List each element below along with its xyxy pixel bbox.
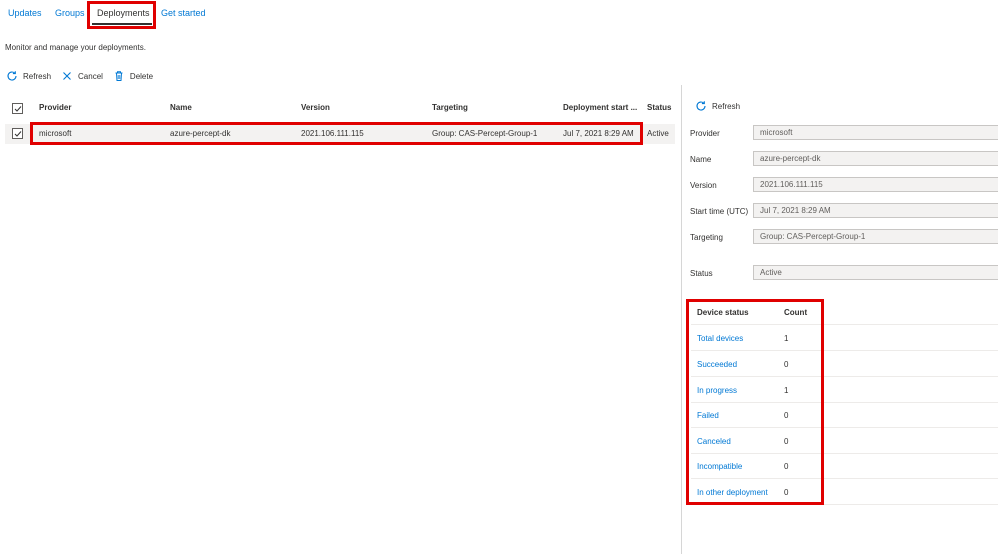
device-status-header: Device status <box>697 308 749 317</box>
row-divider <box>691 376 998 377</box>
field-name: azure-percept-dk <box>753 151 998 166</box>
active-tab-underline <box>92 23 152 25</box>
table-row[interactable]: microsoft azure-percept-dk 2021.106.111.… <box>5 124 675 144</box>
delete-label: Delete <box>129 71 154 81</box>
field-start-time: Jul 7, 2021 8:29 AM <box>753 203 998 218</box>
col-header-provider[interactable]: Provider <box>39 103 71 112</box>
field-label-status: Status <box>690 269 713 278</box>
details-refresh-label: Refresh <box>712 101 741 111</box>
refresh-icon <box>696 101 706 111</box>
select-all-checkbox[interactable] <box>12 103 23 114</box>
count-incompatible: 0 <box>784 462 789 471</box>
checkmark-icon <box>14 131 22 137</box>
col-header-name[interactable]: Name <box>170 103 192 112</box>
count-failed: 0 <box>784 411 789 420</box>
deployment-details-panel: Refresh Provider microsoft Name azure-pe… <box>682 85 998 554</box>
field-label-provider: Provider <box>690 129 720 138</box>
row-divider <box>691 504 998 505</box>
cell-name: azure-percept-dk <box>170 129 231 138</box>
field-provider: microsoft <box>753 125 998 140</box>
delete-button[interactable]: Delete <box>113 69 153 83</box>
tab-groups[interactable]: Groups <box>55 8 85 18</box>
status-link-failed[interactable]: Failed <box>697 411 719 420</box>
row-divider <box>691 402 998 403</box>
count-in-progress: 1 <box>784 386 789 395</box>
cell-deployment-start: Jul 7, 2021 8:29 AM <box>563 129 634 138</box>
col-header-deployment-start[interactable]: Deployment start ... <box>563 103 637 112</box>
page-description: Monitor and manage your deployments. <box>5 43 146 52</box>
status-link-in-progress[interactable]: In progress <box>697 386 737 395</box>
status-link-canceled[interactable]: Canceled <box>697 437 731 446</box>
refresh-icon <box>7 71 17 81</box>
status-link-succeeded[interactable]: Succeeded <box>697 360 737 369</box>
trash-icon <box>115 71 123 81</box>
row-divider <box>691 427 998 428</box>
checkmark-icon <box>14 106 22 112</box>
cancel-label: Cancel <box>78 71 103 81</box>
close-icon <box>63 72 71 80</box>
count-succeeded: 0 <box>784 360 789 369</box>
field-label-start-time: Start time (UTC) <box>690 207 749 216</box>
cancel-button[interactable]: Cancel <box>61 69 103 83</box>
count-total-devices: 1 <box>784 334 789 343</box>
row-divider <box>691 478 998 479</box>
status-link-in-other-deployment[interactable]: In other deployment <box>697 488 768 497</box>
grid-header: Provider Name Version Targeting Deployme… <box>5 99 675 117</box>
row-divider <box>691 350 998 351</box>
refresh-label: Refresh <box>23 71 52 81</box>
status-link-incompatible[interactable]: Incompatible <box>697 462 742 471</box>
field-label-name: Name <box>690 155 712 164</box>
refresh-button[interactable]: Refresh <box>6 69 51 83</box>
cell-version: 2021.106.111.115 <box>301 129 364 138</box>
col-header-version[interactable]: Version <box>301 103 330 112</box>
tab-deployments[interactable]: Deployments <box>97 8 150 18</box>
field-version: 2021.106.111.115 <box>753 177 998 192</box>
toolbar: Refresh Cancel Delete <box>6 69 163 83</box>
cell-status: Active <box>647 129 669 138</box>
row-divider <box>691 453 998 454</box>
count-header: Count <box>784 308 808 317</box>
field-targeting: Group: CAS-Percept-Group-1 <box>753 229 998 244</box>
field-status: Active <box>753 265 998 280</box>
row-checkbox[interactable] <box>12 128 23 139</box>
count-in-other-deployment: 0 <box>784 488 789 497</box>
count-canceled: 0 <box>784 437 789 446</box>
top-tabs: Updates Groups Deployments Get started <box>0 0 998 28</box>
col-header-targeting[interactable]: Targeting <box>432 103 468 112</box>
row-divider <box>691 324 998 325</box>
tab-updates[interactable]: Updates <box>8 8 42 18</box>
cell-provider: microsoft <box>39 129 72 138</box>
status-link-total-devices[interactable]: Total devices <box>697 334 743 343</box>
details-refresh-button[interactable]: Refresh <box>695 100 740 112</box>
col-header-status[interactable]: Status <box>647 103 671 112</box>
field-label-version: Version <box>690 181 717 190</box>
tab-get-started[interactable]: Get started <box>161 8 206 18</box>
field-label-targeting: Targeting <box>690 233 723 242</box>
cell-targeting: Group: CAS-Percept-Group-1 <box>432 129 538 138</box>
